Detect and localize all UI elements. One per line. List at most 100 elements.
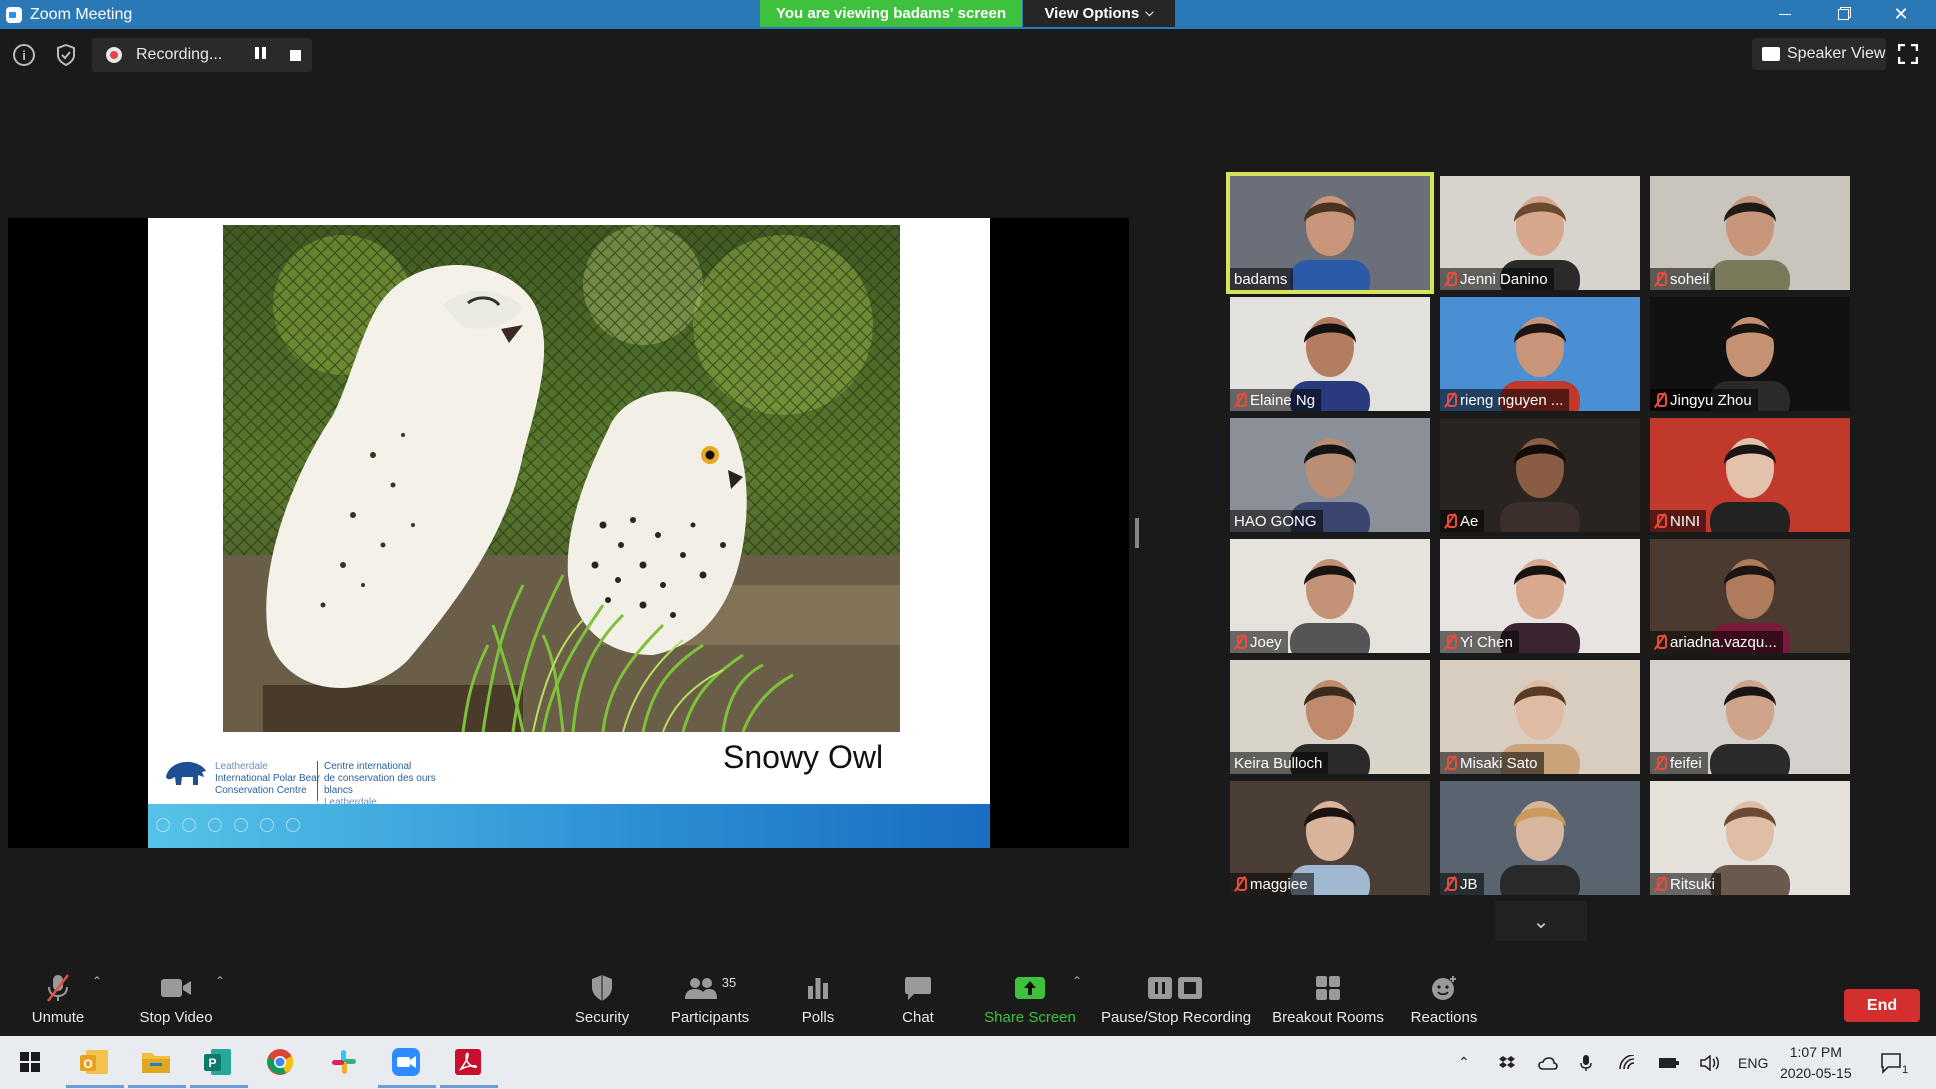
share-options-caret-icon[interactable]: ⌃ xyxy=(1072,974,1082,988)
participant-name: Jingyu Zhou xyxy=(1670,391,1752,409)
publisher-app-icon[interactable]: P xyxy=(200,1044,236,1080)
slideshow-controls[interactable] xyxy=(156,818,300,832)
minimize-icon xyxy=(1779,14,1791,15)
participant-tile[interactable]: maggiee xyxy=(1230,781,1430,895)
share-screen-button[interactable]: Share Screen xyxy=(980,964,1080,1036)
end-meeting-button[interactable]: End xyxy=(1844,989,1920,1022)
view-options-button[interactable]: View Options ⌵ xyxy=(1023,0,1175,27)
windows-start-icon[interactable] xyxy=(12,1044,48,1080)
participant-name-label: Ae xyxy=(1440,510,1485,532)
video-options-caret-icon[interactable]: ⌃ xyxy=(215,974,225,988)
pause-stop-recording-icon xyxy=(1146,973,1206,1003)
show-hidden-icons-chevron-icon[interactable]: ⌃ xyxy=(1458,1036,1470,1089)
minimize-button[interactable] xyxy=(1756,0,1814,29)
viewing-screen-banner: You are viewing badams' screen xyxy=(760,0,1022,27)
participant-tile[interactable]: soheil xyxy=(1650,176,1850,290)
close-button[interactable]: ✕ xyxy=(1872,0,1930,29)
participant-tile[interactable]: Jenni Danino xyxy=(1440,176,1640,290)
meeting-info-icon[interactable]: i xyxy=(13,44,35,66)
notification-center-icon[interactable]: 1 xyxy=(1880,1036,1908,1089)
participant-tile[interactable]: Keira Bulloch xyxy=(1230,660,1430,774)
fullscreen-icon[interactable] xyxy=(1897,43,1919,65)
participant-tile[interactable]: badams xyxy=(1226,172,1434,294)
outlook-active-underline xyxy=(66,1085,124,1088)
outlook-app-icon[interactable]: O xyxy=(76,1044,112,1080)
stop-recording-button[interactable] xyxy=(290,50,301,61)
volume-speaker-icon[interactable] xyxy=(1700,1036,1720,1089)
logo-divider xyxy=(317,761,318,801)
stop-video-button[interactable]: Stop Video xyxy=(132,964,220,1036)
pause-recording-button[interactable] xyxy=(255,47,269,61)
participant-name-label: maggiee xyxy=(1230,873,1314,895)
wifi-network-icon[interactable] xyxy=(1618,1036,1638,1089)
svg-text:P: P xyxy=(208,1056,216,1070)
microphone-tray-icon[interactable] xyxy=(1580,1036,1592,1089)
participant-name: HAO GONG xyxy=(1234,512,1317,530)
participant-name: Misaki Sato xyxy=(1460,754,1538,772)
battery-icon[interactable] xyxy=(1658,1036,1680,1089)
participant-tile[interactable]: Jingyu Zhou xyxy=(1650,297,1850,411)
muted-microphone-icon xyxy=(44,973,72,1003)
reactions-button[interactable]: Reactions xyxy=(1402,964,1486,1036)
panel-splitter-handle[interactable] xyxy=(1135,518,1139,548)
participant-tile[interactable]: Ritsuki xyxy=(1650,781,1850,895)
zoom-active-underline xyxy=(378,1085,436,1088)
chat-button[interactable]: Chat xyxy=(878,964,958,1036)
participant-name-label: HAO GONG xyxy=(1230,510,1323,532)
speaker-view-icon xyxy=(1762,47,1780,61)
participant-name-label: JB xyxy=(1440,873,1484,895)
participants-button[interactable]: 35 Participants xyxy=(664,964,756,1036)
participant-tile[interactable]: Joey xyxy=(1230,539,1430,653)
onedrive-cloud-icon[interactable] xyxy=(1538,1036,1558,1089)
chevron-down-icon: ⌵ xyxy=(1145,7,1154,19)
participants-count: 35 xyxy=(721,974,737,990)
breakout-rooms-button[interactable]: Breakout Rooms xyxy=(1266,964,1390,1036)
muted-mic-icon xyxy=(1654,877,1667,891)
participant-tile[interactable]: Ae xyxy=(1440,418,1640,532)
encryption-shield-icon[interactable] xyxy=(55,44,77,66)
participant-tile[interactable]: Misaki Sato xyxy=(1440,660,1640,774)
speaker-view-button[interactable]: Speaker View xyxy=(1752,38,1886,70)
participant-tile[interactable]: ariadna.vazqu... xyxy=(1650,539,1850,653)
input-language[interactable]: ENG xyxy=(1738,1036,1768,1089)
pause-stop-recording-label: Pause/Stop Recording xyxy=(1100,1009,1252,1026)
participant-tile[interactable]: JB xyxy=(1440,781,1640,895)
breakout-rooms-label: Breakout Rooms xyxy=(1272,1009,1384,1026)
polls-button[interactable]: Polls xyxy=(778,964,858,1036)
acrobat-active-underline xyxy=(440,1085,498,1088)
file-explorer-icon[interactable] xyxy=(138,1044,174,1080)
participant-name: Jenni Danino xyxy=(1460,270,1548,288)
participant-tile[interactable]: HAO GONG xyxy=(1230,418,1430,532)
smiley-reactions-icon xyxy=(1430,973,1458,1003)
muted-mic-icon xyxy=(1234,877,1247,891)
participant-name: Ae xyxy=(1460,512,1479,530)
recording-indicator: Recording... xyxy=(92,38,312,72)
audio-options-caret-icon[interactable]: ⌃ xyxy=(92,974,102,988)
notification-count: 1 xyxy=(1902,1063,1909,1076)
chrome-browser-icon[interactable] xyxy=(262,1044,298,1080)
clock-date: 2020-05-15 xyxy=(1780,1065,1852,1081)
restore-button[interactable] xyxy=(1814,0,1872,29)
unmute-button[interactable]: Unmute xyxy=(18,964,98,1036)
muted-mic-icon xyxy=(1234,393,1247,407)
participant-tile[interactable]: Yi Chen xyxy=(1440,539,1640,653)
slack-app-icon[interactable] xyxy=(326,1044,362,1080)
participant-name-label: soheil xyxy=(1650,268,1716,290)
participant-name-label: badams xyxy=(1230,268,1294,290)
zoom-app-icon[interactable] xyxy=(388,1044,424,1080)
pause-stop-recording-button[interactable]: Pause/Stop Recording xyxy=(1100,964,1252,1036)
gallery-next-page-button[interactable]: ⌄ xyxy=(1495,901,1587,941)
participant-tile[interactable]: feifei xyxy=(1650,660,1850,774)
security-button[interactable]: Security xyxy=(562,964,642,1036)
acrobat-app-icon[interactable] xyxy=(450,1044,486,1080)
participant-tile[interactable]: NINI xyxy=(1650,418,1850,532)
dropbox-tray-icon[interactable] xyxy=(1498,1036,1516,1089)
video-camera-icon xyxy=(160,973,192,1003)
polar-bear-logo-icon xyxy=(162,755,208,787)
muted-mic-icon xyxy=(1654,635,1667,649)
svg-text:O: O xyxy=(83,1057,92,1071)
participant-tile[interactable]: rieng nguyen ... xyxy=(1440,297,1640,411)
speaker-view-label: Speaker View xyxy=(1787,45,1886,62)
system-clock[interactable]: 1:07 PM 2020-05-15 xyxy=(1780,1042,1852,1084)
participant-tile[interactable]: Elaine Ng xyxy=(1230,297,1430,411)
